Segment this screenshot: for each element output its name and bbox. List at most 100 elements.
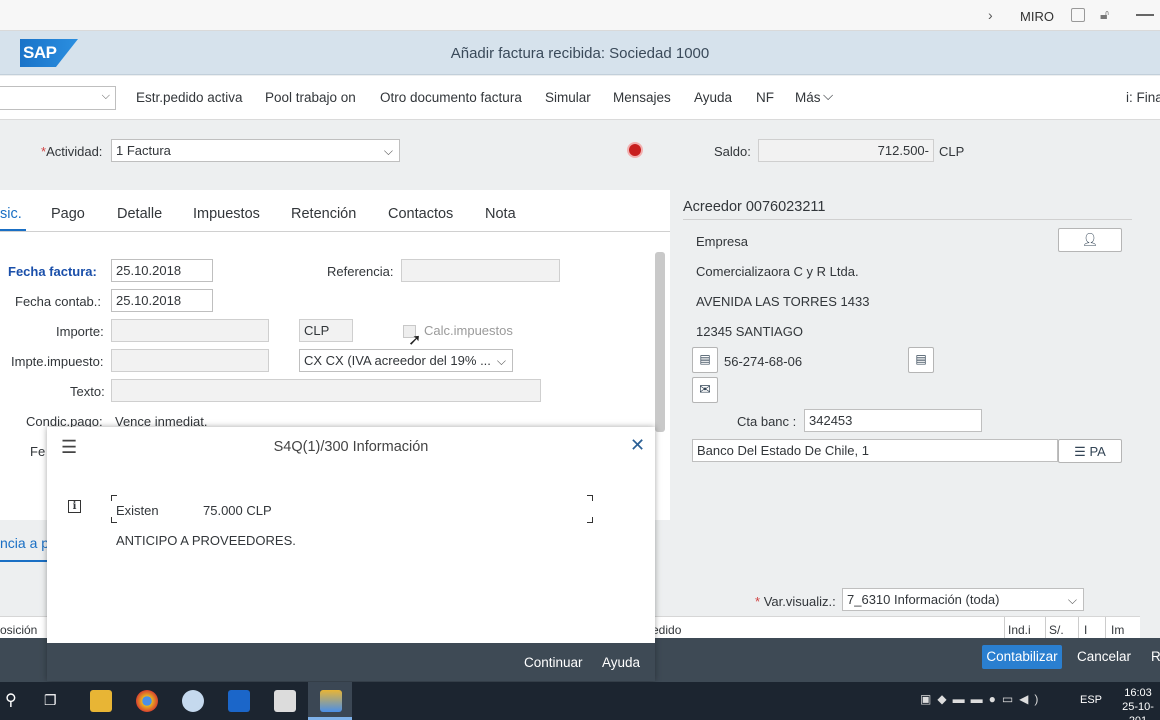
toolbar-simulate[interactable]: Simular: [545, 90, 591, 105]
toolbar-worklist-on[interactable]: Pool trabajo on: [265, 90, 356, 105]
currency-field[interactable]: CLP: [299, 319, 353, 342]
reference-field[interactable]: [401, 259, 560, 282]
reference-label: Referencia:: [327, 264, 394, 279]
invoice-date-label: Fecha factura:: [8, 264, 97, 279]
toolbar-nf[interactable]: NF: [756, 90, 774, 105]
toolbar-other-invoice[interactable]: Otro documento factura: [380, 90, 522, 105]
transaction-select[interactable]: ⌵: [0, 86, 116, 110]
lock-icon[interactable]: 🔓︎: [1100, 6, 1109, 23]
layout-label: * Var.visualiz.:: [755, 594, 836, 609]
posting-date-field[interactable]: 25.10.2018: [111, 289, 213, 312]
layout-select[interactable]: 7_6310 Información (toda) ⌵: [842, 588, 1084, 611]
chevron-down-icon: ⌵: [823, 88, 834, 103]
col-tax-ind: Ind.i: [1008, 623, 1031, 637]
tab-withholding[interactable]: Retención: [291, 206, 356, 222]
dialog-help-button[interactable]: Ayuda: [602, 655, 640, 670]
col-divider: [1078, 617, 1079, 639]
clock-date: 25-10-201: [1122, 701, 1154, 720]
col-divider: [1045, 617, 1046, 639]
vendor-tax-id: 56-274-68-06: [724, 354, 803, 369]
invoice-date-field[interactable]: 25.10.2018: [111, 259, 213, 282]
balance-currency: CLP: [939, 144, 965, 159]
pa-button-label: PA: [1089, 444, 1106, 459]
tax-amount-label: Impte.impuesto:: [11, 354, 104, 369]
close-icon[interactable]: ✕: [630, 435, 645, 456]
system-bar: › MIRO 🔓︎: [0, 0, 1160, 31]
cancel-button[interactable]: Cancelar: [1077, 649, 1131, 664]
tax-code-value: CX CX (IVA acreedor del 19% ...: [304, 353, 491, 368]
shield-icon[interactable]: [228, 690, 250, 712]
email-icon[interactable]: ✉: [692, 377, 718, 403]
app-icon[interactable]: [182, 690, 204, 712]
chevron-down-icon: ⌵: [383, 144, 393, 158]
col-po: edido: [652, 623, 682, 637]
vendor-company-label: Empresa: [696, 234, 749, 249]
tab-contacts[interactable]: Contactos: [388, 206, 453, 222]
page-title: Añadir factura recibida: Sociedad 1000: [450, 45, 710, 62]
amount-label: Importe:: [56, 324, 104, 339]
col-divider: [1004, 617, 1005, 639]
tabs-divider: [0, 231, 670, 232]
col-position: osición: [0, 623, 38, 637]
layout-value: 7_6310 Información (toda): [847, 592, 1000, 607]
minimize-icon[interactable]: [1136, 14, 1154, 16]
tray-icons[interactable]: ▣◆▬▬●▭◀): [920, 692, 1044, 706]
chrome-icon[interactable]: [136, 690, 158, 712]
clock[interactable]: 16:03 25-10-201: [1113, 686, 1160, 720]
text-field[interactable]: [111, 379, 541, 402]
tax-amount-field[interactable]: [111, 349, 269, 372]
posting-date-label: Fecha contab.:: [15, 294, 101, 309]
continue-button[interactable]: Continuar: [524, 655, 583, 670]
toolbar: ⌵ Estr.pedido activa Pool trabajo on Otr…: [0, 76, 1160, 120]
partial-link[interactable]: ncia a p: [0, 535, 49, 551]
bank-account-label: Cta banc :: [737, 414, 797, 429]
activity-select[interactable]: 1 Factura ⌵: [111, 139, 400, 162]
chevron-down-icon: ⌵: [1067, 593, 1077, 607]
tax-code-select[interactable]: CX CX (IVA acreedor del 19% ... ⌵: [299, 349, 513, 372]
col-im: Im: [1111, 623, 1125, 637]
pa-button[interactable]: ☰ PA: [1058, 439, 1122, 463]
bank-name-field[interactable]: Banco Del Estado De Chile, 1: [692, 439, 1058, 462]
play-icon[interactable]: [1071, 8, 1085, 22]
scrollbar[interactable]: [655, 252, 665, 432]
tab-detail[interactable]: Detalle: [117, 206, 162, 222]
toolbar-messages[interactable]: Mensajes: [613, 90, 671, 105]
activity-value: 1 Factura: [116, 143, 171, 158]
vendor-street: AVENIDA LAS TORRES 1433: [696, 294, 870, 309]
footer-cut-button[interactable]: R: [1151, 649, 1160, 664]
focus-corner: [587, 495, 593, 501]
tab-basic-data[interactable]: sic.: [0, 206, 22, 222]
dialog-title: S4Q(1)/300 Información: [273, 439, 429, 455]
transaction-code: MIRO: [1020, 9, 1054, 24]
message-line1-value: 75.000 CLP: [203, 503, 272, 518]
amount-field[interactable]: [111, 319, 269, 342]
chevron-right-icon[interactable]: ›: [988, 7, 993, 23]
toolbar-active-po-structure[interactable]: Estr.pedido activa: [136, 90, 243, 105]
tab-note[interactable]: Nota: [485, 206, 516, 222]
language-indicator[interactable]: ESP: [1080, 694, 1102, 706]
app2-icon[interactable]: [274, 690, 296, 712]
balance-field: 712.500-: [758, 139, 934, 162]
message-line2: ANTICIPO A PROVEEDORES.: [116, 533, 296, 548]
tab-taxes[interactable]: Impuestos: [193, 206, 260, 222]
phone-book-icon[interactable]: ▤: [692, 347, 718, 373]
sap-gui-icon[interactable]: [320, 690, 342, 712]
bank-account-field[interactable]: 342453: [804, 409, 982, 432]
toolbar-info-cut: i: Fina: [1126, 90, 1160, 105]
chevron-down-icon: ⌵: [494, 354, 506, 369]
person-swap-icon: 👤︎: [1081, 232, 1099, 247]
tab-payment[interactable]: Pago: [51, 206, 85, 222]
search-icon[interactable]: ⚲: [5, 690, 17, 710]
toolbar-more[interactable]: Más: [795, 90, 821, 105]
document-icon[interactable]: ▤: [908, 347, 934, 373]
mouse-cursor-icon: ➚: [408, 332, 422, 349]
vendor-title: Acreedor 0076023211: [683, 199, 826, 215]
file-explorer-icon[interactable]: [90, 690, 112, 712]
vendor-switch-button[interactable]: 👤︎: [1058, 228, 1122, 252]
partial-field-label: Fe: [30, 444, 46, 459]
message-line1-label: Existen: [116, 503, 159, 518]
vendor-divider: [683, 219, 1132, 220]
task-view-icon[interactable]: ❐: [44, 692, 57, 709]
toolbar-help[interactable]: Ayuda: [694, 90, 732, 105]
post-button[interactable]: Contabilizar: [982, 645, 1062, 669]
